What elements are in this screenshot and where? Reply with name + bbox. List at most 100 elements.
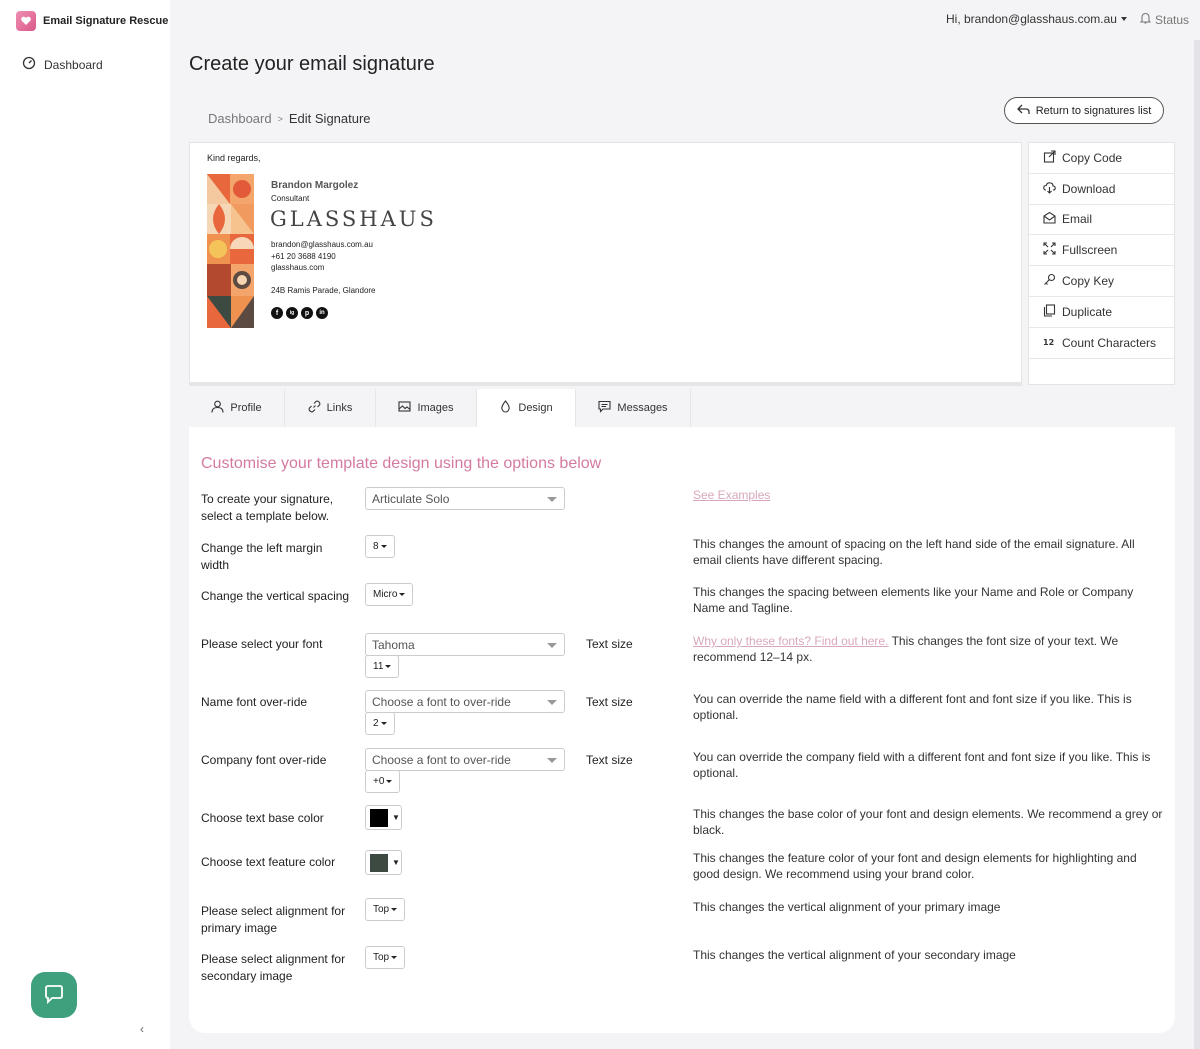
select-value: Micro (373, 589, 398, 600)
email-icon (1043, 211, 1056, 227)
action-label: Copy Code (1062, 150, 1123, 165)
feature-color-description: This changes the feature color of your f… (693, 851, 1137, 881)
design-panel: Customise your template design using the… (189, 427, 1175, 1033)
vertical-spacing-description: This changes the spacing between element… (693, 585, 1134, 615)
caret-down-icon (391, 956, 398, 959)
tab-images[interactable]: Images (376, 389, 477, 427)
tab-profile[interactable]: Profile (189, 389, 285, 427)
why-fonts-link[interactable]: Why only these fonts? Find out here. (693, 634, 888, 648)
page-scrollbar[interactable] (1194, 40, 1200, 1049)
select-value: Top (373, 952, 390, 963)
brand-logo-icon (16, 11, 36, 31)
signature-greeting: Kind regards, (207, 153, 261, 163)
signature-address: 24B Ramis Parade, Glandore (271, 286, 376, 295)
copy-code-button[interactable]: Copy Code (1029, 143, 1174, 174)
caret-down-icon (391, 908, 398, 911)
dashboard-icon (22, 56, 36, 73)
company-font-select[interactable]: Choose a font to over-ride (365, 748, 565, 771)
signature-name: Brandon Margolez (271, 180, 359, 191)
signature-email: brandon@glasshaus.com.au (271, 240, 373, 249)
caret-down-icon (547, 700, 557, 705)
action-label: Email (1062, 212, 1093, 227)
action-label: Duplicate (1062, 304, 1113, 319)
editor-tabs: Profile Links Images Design Messages (189, 389, 691, 427)
breadcrumb: Dashboard > Edit Signature (208, 111, 371, 126)
base-color-picker[interactable]: ▼ (365, 805, 402, 830)
message-icon (598, 400, 611, 416)
fullscreen-button[interactable]: Fullscreen (1029, 235, 1174, 267)
page-title: Create your email signature (189, 53, 435, 75)
select-value: Choose a font to over-ride (372, 694, 511, 709)
caret-down-icon: ▼ (392, 858, 400, 867)
return-to-list-button[interactable]: Return to signatures list (1004, 97, 1164, 124)
action-label: Copy Key (1062, 274, 1115, 289)
sidebar-item-label: Dashboard (44, 57, 103, 72)
drop-icon (499, 400, 512, 416)
tab-label: Messages (617, 402, 668, 414)
font-size-select[interactable]: 11 (365, 655, 400, 678)
primary-align-select[interactable]: Top (365, 898, 406, 921)
user-menu[interactable]: Hi, brandon@glasshaus.com.au (946, 12, 1127, 26)
facebook-icon: f (271, 307, 283, 319)
select-value: Tahoma (372, 637, 415, 652)
download-button[interactable]: Download (1029, 174, 1174, 205)
company-font-label: Company font over-ride (201, 753, 327, 767)
brand-name: Email Signature Rescue (43, 15, 169, 27)
breadcrumb-dashboard[interactable]: Dashboard (208, 111, 272, 126)
tab-links[interactable]: Links (285, 389, 376, 427)
tab-messages[interactable]: Messages (576, 389, 691, 427)
secondary-align-select[interactable]: Top (365, 946, 406, 969)
name-font-size-select[interactable]: 2 (365, 712, 395, 735)
tab-label: Profile (230, 402, 262, 414)
see-examples-link[interactable]: See Examples (693, 488, 770, 502)
download-icon (1043, 181, 1056, 197)
caret-down-icon (386, 780, 393, 783)
collapse-sidebar-button[interactable]: ‹ (140, 1022, 144, 1036)
font-select[interactable]: Tahoma (365, 633, 565, 656)
status-link[interactable]: Status (1139, 12, 1189, 27)
base-color-label: Choose text base color (201, 811, 324, 825)
breadcrumb-separator: > (277, 113, 283, 124)
caret-down-icon (380, 722, 387, 725)
font-text-size-label: Text size (586, 637, 633, 651)
font-description: Why only these fonts? Find out here. Thi… (693, 633, 1163, 665)
select-value: 2 (373, 718, 379, 729)
brand[interactable]: Email Signature Rescue (16, 11, 168, 31)
name-text-size-label: Text size (586, 695, 633, 709)
tab-design[interactable]: Design (477, 389, 576, 427)
signature-website: glasshaus.com (271, 263, 325, 272)
copy-key-button[interactable]: Copy Key (1029, 266, 1174, 297)
signature-company-logo: GLASSHAUS (270, 207, 437, 231)
company-font-size-select[interactable]: +0 (365, 770, 401, 793)
image-icon (398, 400, 412, 416)
duplicate-button[interactable]: Duplicate (1029, 297, 1174, 328)
support-chat-button[interactable] (31, 972, 77, 1018)
signature-phone: +61 20 3688 4190 (271, 252, 336, 261)
vertical-spacing-select[interactable]: Micro (365, 583, 414, 606)
chevron-down-icon (1120, 17, 1127, 21)
sidebar-item-dashboard[interactable]: Dashboard (22, 56, 103, 73)
signature-actions: Copy Code Download Email Fullscreen Copy… (1028, 142, 1175, 385)
tab-label: Design (518, 402, 553, 414)
name-font-select[interactable]: Choose a font to over-ride (365, 690, 565, 713)
sidebar: Email Signature Rescue Dashboard ‹ (0, 0, 170, 1049)
count-icon: 12 (1043, 335, 1056, 351)
select-value: +0 (373, 776, 385, 787)
count-characters-button[interactable]: 12 Count Characters (1029, 328, 1174, 359)
select-value: 11 (373, 661, 384, 672)
chat-icon (43, 983, 65, 1008)
template-select[interactable]: Articulate Solo (365, 487, 565, 510)
base-color-swatch (370, 808, 388, 827)
linkedin-icon: in (316, 307, 328, 319)
feature-color-picker[interactable]: ▼ (365, 850, 402, 875)
select-value: Articulate Solo (372, 491, 450, 506)
feature-color-swatch (370, 853, 388, 872)
select-value: Choose a font to over-ride (372, 752, 511, 767)
email-button[interactable]: Email (1029, 205, 1174, 236)
action-label: Fullscreen (1062, 243, 1118, 258)
left-margin-description: This changes the amount of spacing on th… (693, 537, 1135, 567)
left-margin-select[interactable]: 8 (365, 535, 395, 558)
select-value: 8 (373, 541, 379, 552)
primary-align-description: This changes the vertical alignment of y… (693, 900, 1001, 914)
left-margin-label: Change the left margin width (201, 541, 323, 572)
